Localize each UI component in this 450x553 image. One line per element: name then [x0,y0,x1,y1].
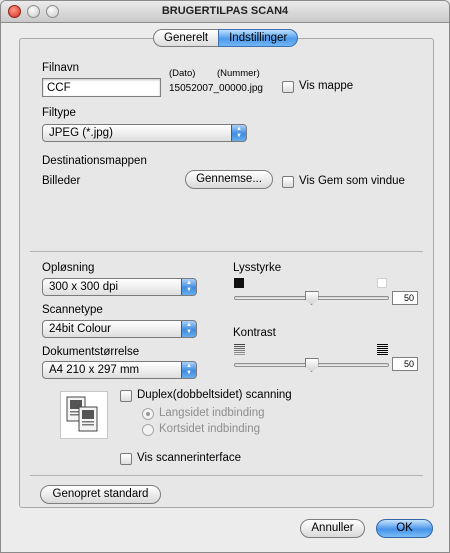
filetype-label: Filtype [42,107,76,119]
duplex-checkbox[interactable] [120,390,132,402]
popup-arrows-icon: ▲ ▼ [181,321,196,337]
date-label: (Dato) [169,68,196,79]
show-folder-label: Vis mappe [299,80,354,92]
scanner-interface-checkbox[interactable] [120,453,132,465]
filename-field[interactable]: CCF [42,78,161,97]
long-edge-binding-label: Langsidet indbinding [159,407,265,419]
duplex-document-icon [60,391,108,439]
section-divider [30,251,423,252]
scantype-select[interactable]: 24bit Colour ▲ ▼ [42,320,197,338]
dialog-window: BRUGERTILPAS SCAN4 Generelt Indstillinge… [0,0,450,553]
scanner-interface-label: Vis scannerinterface [137,452,241,464]
destination-folder: Billeder [42,175,81,187]
high-contrast-icon [377,344,388,355]
brightness-value[interactable]: 50 [392,291,418,305]
popup-arrows-icon: ▲ ▼ [181,279,196,295]
filetype-select[interactable]: JPEG (*.jpg) ▲ ▼ [42,124,247,142]
contrast-label: Kontrast [233,327,276,339]
docsize-selected-value: A4 210 x 297 mm [49,364,140,376]
light-swatch-icon [377,278,387,288]
short-edge-binding-label: Kortsidet indbinding [159,423,261,435]
duplex-label: Duplex(dobbeltsidet) scanning [137,389,292,401]
scantype-selected-value: 24bit Colour [49,323,112,335]
bottom-divider [30,475,423,476]
tab-generelt[interactable]: Generelt [153,29,219,47]
contrast-slider-thumb[interactable] [304,358,319,372]
show-save-window-checkbox[interactable] [282,176,294,188]
dark-swatch-icon [234,278,244,288]
destination-label: Destinationsmappen [42,155,147,167]
docsize-select[interactable]: A4 210 x 297 mm ▲ ▼ [42,361,197,379]
contrast-value[interactable]: 50 [392,357,418,371]
number-label: (Nummer) [217,68,260,79]
cancel-button[interactable]: Annuller [300,519,365,538]
show-save-window-label: Vis Gem som vindue [299,175,405,187]
browse-button[interactable]: Gennemse... [185,170,273,189]
tab-bar: Generelt Indstillinger [153,29,299,47]
popup-arrows-icon: ▲ ▼ [181,362,196,378]
window-title: BRUGERTILPAS SCAN4 [161,5,289,17]
scantype-label: Scannetype [42,304,103,316]
resolution-selected-value: 300 x 300 dpi [49,281,119,293]
tab-indstillinger[interactable]: Indstillinger [218,29,299,47]
low-contrast-icon [234,344,245,355]
ok-button[interactable]: OK [376,519,433,538]
resolution-select[interactable]: 300 x 300 dpi ▲ ▼ [42,278,197,296]
title-bar: BRUGERTILPAS SCAN4 [1,1,449,23]
show-folder-checkbox[interactable] [282,81,294,93]
brightness-label: Lysstyrke [233,262,282,274]
short-edge-binding-radio[interactable] [142,424,154,436]
settings-panel: Filnavn CCF (Dato) (Nummer) 15052007_000… [19,38,434,508]
brightness-slider-thumb[interactable] [304,291,319,305]
generated-filename: 15052007_00000.jpg [169,83,263,94]
resolution-label: Opløsning [42,262,95,274]
docsize-label: Dokumentstørrelse [42,346,140,358]
popup-arrows-icon: ▲ ▼ [231,125,246,141]
long-edge-binding-radio[interactable] [142,408,154,420]
filetype-selected-value: JPEG (*.jpg) [49,127,113,139]
filename-label: Filnavn [42,62,80,74]
restore-defaults-button[interactable]: Genopret standard [40,485,161,504]
